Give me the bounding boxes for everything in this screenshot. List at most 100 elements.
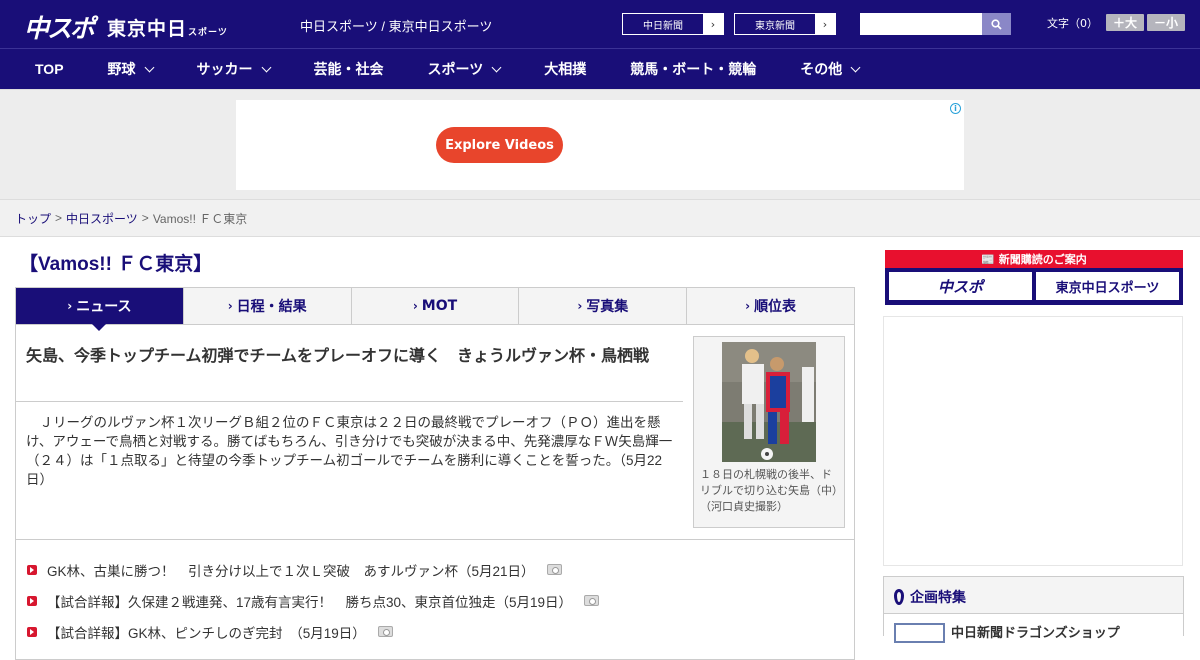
- chevron-right-icon: ›: [227, 299, 233, 313]
- chuspo-logo[interactable]: 中スポ: [24, 9, 95, 45]
- nav-item-baseball[interactable]: 野球: [107, 59, 154, 79]
- feature-item-label: 中日新聞ドラゴンズショップ: [951, 626, 1120, 641]
- site-logo[interactable]: 中スポ 東京中日スポーツ: [24, 9, 228, 45]
- chevron-down-icon: [850, 62, 861, 72]
- ad-banner[interactable]: Explore Videos i: [236, 100, 964, 190]
- chevron-down-icon: [144, 62, 154, 72]
- tokyo-chunichi-logo-sub: スポーツ: [188, 27, 228, 38]
- search-button[interactable]: [982, 13, 1011, 35]
- nav-item-label: 芸能・社会: [313, 61, 384, 77]
- tab-label: 写真集: [586, 299, 629, 315]
- ad-info-icon[interactable]: i: [950, 103, 961, 114]
- tokyo-chunichi-logo[interactable]: 東京中日スポーツ: [107, 14, 228, 41]
- nav-item-sports[interactable]: スポーツ: [427, 59, 502, 79]
- list-item[interactable]: 【試合詳報】久保建２戦連発、17歳有言実行！ 勝ち点30、東京首位独走（5月19…: [16, 585, 854, 616]
- tokyo-chunichi-logo-text: 東京中日: [107, 17, 188, 40]
- article-photo-card[interactable]: １８日の札幌戦の後半、ドリブルで切り込む矢島（中）（河口貞史撮影）: [693, 336, 845, 528]
- chevron-right-icon: ›: [703, 14, 723, 34]
- chunichi-shimbun-link[interactable]: 中日新聞 ›: [622, 13, 724, 35]
- article-lead: Ｊリーグのルヴァン杯１次リーグＢ組２位のＦＣ東京は２２日の最終戦でプレーオフ（Ｐ…: [26, 415, 673, 487]
- sidebar-ad[interactable]: [883, 316, 1183, 566]
- tokyo-shimbun-label: 東京新聞: [755, 20, 795, 32]
- list-item[interactable]: 【試合詳報】GK林、ピンチしのぎ完封 （5月19日）: [16, 616, 854, 647]
- breadcrumb-current: Vamos!! ＦＣ東京: [152, 211, 248, 226]
- font-shrink-button[interactable]: －小: [1147, 14, 1185, 31]
- tab-label: 日程・結果: [236, 299, 307, 315]
- site-name: 中日スポーツ / 東京中日スポーツ: [300, 19, 493, 34]
- feature-thumbnail: [894, 623, 945, 643]
- tokyo-shimbun-link[interactable]: 東京新聞 ›: [734, 13, 836, 35]
- tab-news[interactable]: › ニュース: [16, 288, 183, 331]
- chevron-right-icon: ›: [745, 299, 751, 313]
- camera-icon: [584, 595, 600, 606]
- page-title: 【Vamos!! ＦＣ東京】: [19, 254, 213, 275]
- tab-schedule[interactable]: › 日程・結果: [182, 288, 351, 324]
- chevron-down-icon: [491, 62, 502, 72]
- subscription-label: 📰 新聞購読のご案内: [981, 253, 1087, 266]
- font-size-label: 文字（0）: [1047, 16, 1098, 30]
- subscription-banner: 📰 新聞購読のご案内 中スポ 東京中日スポーツ: [885, 250, 1183, 305]
- nav-item-sumo[interactable]: 大相撲: [544, 59, 586, 79]
- ad-banner-area: Explore Videos i: [0, 89, 1200, 199]
- search-input[interactable]: [860, 13, 982, 35]
- nav-item-racing[interactable]: 競馬・ボート・競輪: [630, 59, 756, 79]
- news-item-title[interactable]: GK林、古巣に勝つ！ 引き分け以上で１次Ｌ突破 あすルヴァン杯（5月21日）: [47, 560, 535, 580]
- nav-item-label: スポーツ: [427, 61, 484, 77]
- play-bullet-icon: [27, 564, 37, 575]
- nav-item-entertainment[interactable]: 芸能・社会: [314, 59, 384, 79]
- top-article: 矢島、今季トップチーム初弾でチームをプレーオフに導く きょうルヴァン杯・鳥栖戦 …: [15, 325, 855, 540]
- tab-photos[interactable]: › 写真集: [518, 288, 687, 324]
- chevron-right-icon: ›: [412, 299, 418, 313]
- nav-item-label: 競馬・ボート・競輪: [630, 61, 757, 77]
- headline-divider: [16, 401, 683, 402]
- list-item[interactable]: GK林、古巣に勝つ！ 引き分け以上で１次Ｌ突破 あすルヴァン杯（5月21日）: [16, 554, 854, 585]
- tab-standings[interactable]: › 順位表: [686, 288, 854, 324]
- nav-item-top[interactable]: TOP: [35, 61, 64, 77]
- news-list: GK林、古巣に勝つ！ 引き分け以上で１次Ｌ突破 あすルヴァン杯（5月21日） 【…: [15, 540, 855, 660]
- search-icon: [991, 18, 1002, 30]
- nav-item-label: サッカー: [196, 61, 253, 77]
- play-bullet-icon: [27, 595, 37, 606]
- tab-mot[interactable]: › MOT: [350, 288, 519, 324]
- breadcrumb-home-link[interactable]: トップ: [15, 210, 51, 227]
- news-item-title[interactable]: 【試合詳報】GK林、ピンチしのぎ完封 （5月19日）: [47, 622, 366, 642]
- feature-title: 企画特集: [894, 587, 966, 607]
- nav-item-label: その他: [800, 61, 843, 77]
- tab-label: ニュース: [76, 299, 132, 315]
- news-item-title[interactable]: 【試合詳報】久保建２戦連発、17歳有言実行！ 勝ち点30、東京首位独走（5月19…: [47, 591, 572, 611]
- subscription-label-text: 新聞購読のご案内: [998, 253, 1087, 266]
- ribbon-icon: [894, 589, 904, 605]
- feature-box: 企画特集 中日新聞ドラゴンズショップ: [883, 576, 1184, 643]
- chunichi-shimbun-label: 中日新聞: [643, 20, 683, 32]
- soccer-photo-image: [722, 342, 816, 462]
- nav-item-label: TOP: [35, 61, 64, 77]
- explore-videos-button[interactable]: Explore Videos: [436, 127, 563, 163]
- breadcrumb-separator: >: [55, 211, 63, 225]
- camera-icon: [377, 626, 393, 637]
- font-size-control: 文字（0） ＋大 －小: [1047, 14, 1185, 31]
- breadcrumb: トップ > 中日スポーツ > Vamos!! ＦＣ東京: [0, 199, 1200, 237]
- article-headline[interactable]: 矢島、今季トップチーム初弾でチームをプレーオフに導く きょうルヴァン杯・鳥栖戦: [26, 345, 681, 368]
- chuspo-subscribe-button[interactable]: 中スポ: [889, 272, 1032, 300]
- tokyo-chunichi-subscribe-label: 東京中日スポーツ: [1055, 280, 1160, 296]
- section-tabs: › ニュース › 日程・結果 › MOT › 写真集 › 順位表: [15, 287, 855, 331]
- feature-item[interactable]: 中日新聞ドラゴンズショップ: [884, 613, 1183, 643]
- camera-icon: [546, 564, 562, 575]
- play-bullet-icon: [27, 626, 37, 637]
- top-header: 中スポ 東京中日スポーツ 中日スポーツ / 東京中日スポーツ 中日新聞 › 東京…: [0, 0, 1200, 48]
- nav-item-label: 野球: [107, 61, 136, 77]
- chevron-right-icon: ›: [67, 299, 73, 313]
- nav-item-label: 大相撲: [544, 61, 587, 77]
- tab-label: MOT: [421, 298, 458, 314]
- font-enlarge-button[interactable]: ＋大: [1106, 14, 1144, 31]
- chevron-right-icon: ›: [815, 14, 835, 34]
- feature-title-label: 企画特集: [910, 590, 966, 606]
- nav-item-soccer[interactable]: サッカー: [196, 59, 271, 79]
- article-photo[interactable]: [722, 342, 816, 462]
- tokyo-chunichi-subscribe-button[interactable]: 東京中日スポーツ: [1036, 272, 1179, 300]
- breadcrumb-section-link[interactable]: 中日スポーツ: [66, 210, 138, 227]
- main-nav: TOP 野球 サッカー 芸能・社会 スポーツ 大相撲 競馬・ボート・競輪 その他: [0, 48, 1200, 89]
- main-content: 【Vamos!! ＦＣ東京】 › ニュース › 日程・結果 › MOT › 写真集 › 順…: [15, 240, 855, 660]
- nav-item-other[interactable]: その他: [800, 59, 861, 79]
- breadcrumb-separator: >: [141, 211, 149, 225]
